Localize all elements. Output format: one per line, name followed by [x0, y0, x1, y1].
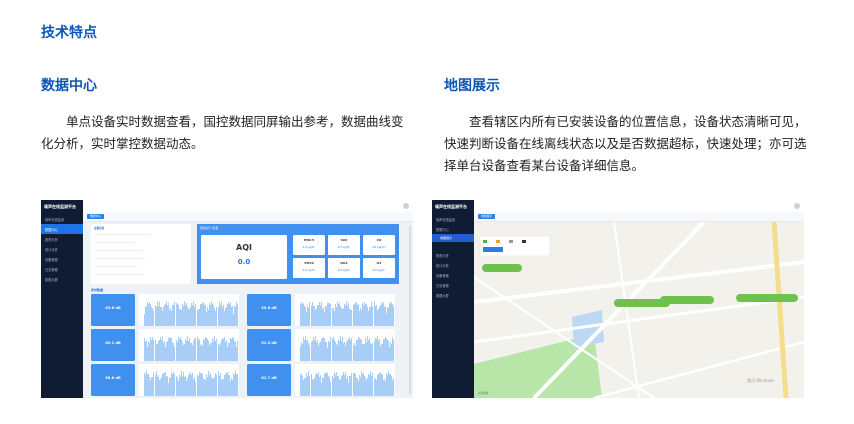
- reading-chart: [139, 329, 239, 361]
- pollutant-name: PM2.5: [303, 238, 315, 242]
- chart-bar: [393, 340, 395, 361]
- reading-card[interactable]: 59.8 dB: [247, 294, 291, 326]
- sidebar-item[interactable]: 噪声在线监测: [41, 214, 83, 224]
- pollutant-value: 0.0 ug/m³: [372, 269, 386, 272]
- pollutant-value: 0.0 ug/m³: [337, 246, 351, 249]
- sidebar-item[interactable]: 日志管理: [41, 264, 83, 274]
- sidebar-sub-map[interactable]: 地图展示: [432, 234, 474, 242]
- pollutant-value: 0.0 ug/m³: [337, 269, 351, 272]
- sidebar-item[interactable]: 报表分析: [41, 234, 83, 244]
- sidebar: 噪声在线监测平台 噪声在线监测 数据中心 报表分析 统计分析 设备管理 日志管理…: [41, 200, 83, 398]
- reading-card[interactable]: 60.1 dB: [91, 329, 135, 361]
- avatar[interactable]: [794, 203, 800, 209]
- pollutant-card: CO 0.0 mg/m³: [363, 235, 395, 255]
- map-attribution: 高德地图: [478, 392, 489, 395]
- sidebar-item-data-center[interactable]: 数据中心: [41, 224, 83, 234]
- pollutant-card: SO2 0.0 ug/m³: [328, 235, 360, 255]
- tab-map[interactable]: 地图展示: [478, 214, 496, 219]
- reading-value: 59.8 dB: [261, 306, 277, 310]
- realtime-title: 实时数据: [91, 288, 104, 292]
- app-title: 噪声在线监测平台: [44, 204, 76, 209]
- aqi-value: 0.0: [237, 258, 251, 266]
- device-marker: [482, 264, 522, 272]
- reading-chart: [295, 329, 395, 361]
- pollutant-name: PM10: [304, 261, 314, 265]
- sidebar-item[interactable]: 日志管理: [432, 280, 474, 290]
- map-display-heading: 地图展示: [444, 78, 500, 94]
- data-center-screenshot: 噪声在线监测平台 噪声在线监测 数据中心 报表分析 统计分析 设备管理 日志管理…: [41, 200, 413, 398]
- chart-bar: [393, 306, 395, 326]
- tab-data-center[interactable]: 数据中心: [87, 214, 105, 219]
- reading-chart: [139, 294, 239, 326]
- sidebar-item[interactable]: 统计分析: [432, 260, 474, 270]
- avatar[interactable]: [403, 203, 409, 209]
- map-display-description: 查看辖区内所有已安装设备的位置信息，设备状态清晰可见，快速判断设备在线离线状态以…: [444, 114, 807, 173]
- device-marker: [660, 296, 714, 304]
- reading-card[interactable]: 61.5 dB: [247, 329, 291, 361]
- map-view[interactable]: [474, 222, 804, 398]
- sidebar: 噪声在线监测平台 噪声在线监测 数据中心 地图展示 报表分析 统计分析 设备管理…: [432, 200, 474, 398]
- chart-bar: [393, 377, 395, 396]
- reading-card[interactable]: 61.7 dB: [247, 364, 291, 396]
- reading-chart: [295, 364, 395, 396]
- chart-bar: [237, 341, 239, 361]
- pollutant-name: SO2: [340, 238, 348, 242]
- device-info-card: 设备信息: [91, 224, 191, 284]
- pollutant-name: O3: [376, 261, 382, 265]
- pollutant-card: NO2 0.0 ug/m³: [328, 258, 360, 278]
- sidebar-item[interactable]: 数据大屏: [432, 290, 474, 300]
- pollutant-value: 0.0 ug/m³: [302, 246, 316, 249]
- reading-value: 63.6 dB: [105, 306, 121, 310]
- chart-bar: [237, 303, 239, 326]
- sidebar-item[interactable]: 噪声在线监测: [432, 214, 474, 224]
- chart-bar: [237, 374, 239, 396]
- sidebar-item[interactable]: 数据大屏: [41, 274, 83, 284]
- data-center-heading: 数据中心: [41, 78, 97, 94]
- pollutant-card: PM10 0.0 ug/m³: [293, 258, 325, 278]
- aqi-label: AQI: [236, 243, 252, 252]
- sidebar-item[interactable]: 设备管理: [432, 270, 474, 280]
- reading-chart: [295, 294, 395, 326]
- device-marker: [736, 294, 798, 302]
- pollutant-name: NO2: [340, 261, 348, 265]
- pollutant-card: PM2.5 0.0 ug/m³: [293, 235, 325, 255]
- reading-chart: [139, 364, 239, 396]
- map-legend: [479, 235, 551, 257]
- sidebar-item[interactable]: 报表分析: [432, 250, 474, 260]
- section-title: 技术特点: [41, 25, 97, 41]
- app-title: 噪声在线监测平台: [435, 204, 467, 209]
- scrollbar[interactable]: [409, 226, 411, 394]
- pollutant-value: 0.0 ug/m³: [302, 269, 316, 272]
- reading-value: 60.1 dB: [105, 341, 121, 345]
- tab-bar: 地图展示: [474, 212, 804, 222]
- sidebar-item-data-center[interactable]: 数据中心: [432, 224, 474, 234]
- map-screenshot: 噪声在线监测平台 噪声在线监测 数据中心 地图展示 报表分析 统计分析 设备管理…: [432, 200, 804, 398]
- reading-value: 61.5 dB: [261, 341, 277, 345]
- aqi-panel: 国控站空气质量 AQI 0.0 PM2.5 0.0 ug/m³ SO2 0.0 ug/…: [197, 224, 399, 284]
- sidebar-item[interactable]: 统计分析: [41, 244, 83, 254]
- reading-card[interactable]: 63.6 dB: [91, 294, 135, 326]
- tab-bar: 数据中心: [83, 212, 413, 222]
- sidebar-item[interactable]: 设备管理: [41, 254, 83, 264]
- windows-watermark: 激活 Windows: [747, 378, 775, 383]
- aqi-title: 国控站空气质量: [200, 227, 219, 230]
- aqi-card: AQI 0.0: [201, 235, 287, 279]
- reading-value: 58.6 dB: [105, 376, 121, 380]
- pollutant-card: O3 0.0 ug/m³: [363, 258, 395, 278]
- device-info-title: 设备信息: [94, 227, 105, 230]
- pollutant-name: CO: [376, 238, 382, 242]
- reading-value: 61.7 dB: [261, 376, 277, 380]
- pollutant-value: 0.0 mg/m³: [372, 246, 386, 249]
- reading-card[interactable]: 58.6 dB: [91, 364, 135, 396]
- data-center-description: 单点设备实时数据查看，国控数据同屏输出参考，数据曲线变化分析，实时掌控数据动态。: [41, 114, 404, 151]
